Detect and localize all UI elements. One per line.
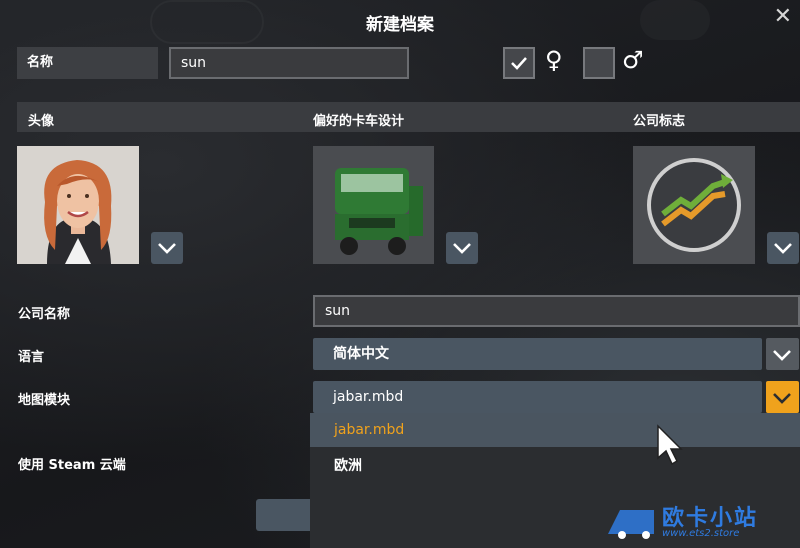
company-name-input[interactable]: sun — [313, 295, 800, 327]
watermark: 欧卡小站 www.ets2.store — [600, 496, 800, 548]
female-checkbox[interactable] — [503, 47, 535, 79]
watermark-url: www.ets2.store — [662, 528, 740, 539]
language-label: 语言 — [18, 350, 45, 365]
dropdown-option-europe[interactable]: 欧洲 — [310, 449, 800, 483]
company-name-label: 公司名称 — [18, 307, 71, 322]
avatar-dropdown-button[interactable] — [151, 232, 183, 264]
check-icon — [511, 57, 527, 70]
bottom-button[interactable] — [256, 499, 316, 531]
name-label: 名称 — [17, 47, 158, 79]
truck-logo-icon — [608, 510, 654, 539]
avatar-image — [17, 146, 139, 264]
truck-dropdown-button[interactable] — [446, 232, 478, 264]
dropdown-option-jabar[interactable]: jabar.mbd — [310, 413, 800, 447]
language-select[interactable]: 简体中文 — [313, 338, 762, 370]
map-module-label: 地图模块 — [18, 393, 71, 408]
truck-image — [313, 146, 434, 264]
chevron-down-icon — [773, 393, 791, 404]
company-logo-label: 公司标志 — [633, 114, 686, 129]
map-module-dropdown-button[interactable] — [766, 381, 799, 413]
female-icon: ♀ — [545, 46, 563, 74]
name-input[interactable]: sun — [169, 47, 409, 79]
steam-cloud-label: 使用 Steam 云端 — [18, 458, 126, 473]
map-module-select[interactable]: jabar.mbd — [313, 381, 762, 413]
chevron-down-icon — [158, 243, 176, 254]
close-icon[interactable]: ✕ — [774, 6, 792, 28]
male-icon: ♂ — [622, 46, 644, 74]
chevron-down-icon — [773, 350, 791, 361]
chevron-down-icon — [453, 243, 471, 254]
avatar-label: 头像 — [28, 114, 55, 129]
chevron-down-icon — [774, 243, 792, 254]
company-logo-image — [633, 146, 755, 264]
mouse-cursor-icon — [657, 424, 683, 466]
male-checkbox[interactable] — [583, 47, 615, 79]
language-dropdown-button[interactable] — [766, 338, 799, 370]
dialog-title: 新建档案 — [366, 15, 434, 35]
logo-dropdown-button[interactable] — [767, 232, 799, 264]
truck-design-label: 偏好的卡车设计 — [313, 114, 405, 129]
